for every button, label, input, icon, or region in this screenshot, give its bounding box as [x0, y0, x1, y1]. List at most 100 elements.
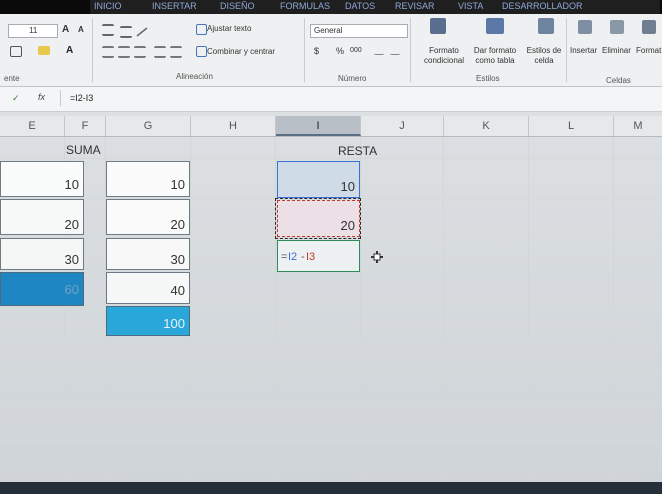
currency-button[interactable]: $: [314, 46, 319, 56]
tab-formulas[interactable]: FORMULAS: [280, 1, 330, 11]
format-table-icon: [486, 18, 504, 34]
ribbon-tabs-strip: INICIO INSERTAR DISEÑO FORMULAS DATOS RE…: [90, 0, 660, 14]
merge-center-button[interactable]: Combinar y centrar: [207, 47, 275, 56]
column-header-j[interactable]: J: [361, 116, 444, 136]
column-header-h[interactable]: H: [191, 116, 276, 136]
formula-equals: =: [281, 251, 288, 263]
tab-revisar[interactable]: REVISAR: [395, 1, 435, 11]
separator: [304, 18, 305, 82]
suma-e-cell[interactable]: 30: [0, 238, 84, 270]
fill-color-icon[interactable]: [38, 46, 50, 55]
align-top-icon[interactable]: [102, 24, 114, 36]
gridline: [0, 405, 662, 406]
delete-cells-icon: [610, 20, 624, 34]
suma-g-cell[interactable]: 10: [106, 161, 190, 197]
function-icon[interactable]: fx: [38, 92, 45, 102]
ribbon: 11 A A A ente Ajustar texto Combinar y c…: [0, 14, 662, 87]
percent-button[interactable]: %: [336, 46, 344, 56]
column-header-e[interactable]: E: [0, 116, 65, 136]
gridline: [0, 307, 662, 308]
format-table-button[interactable]: Dar formato como tabla: [470, 46, 520, 66]
resta-edit-cell[interactable]: = I2 - I3: [277, 240, 360, 272]
formula-ref-i2: I2: [288, 251, 298, 263]
tab-insertar[interactable]: INSERTAR: [152, 1, 197, 11]
borders-icon[interactable]: [10, 46, 22, 57]
grow-font-button[interactable]: A: [62, 24, 69, 35]
formula-bar: ✓ fx =I2-I3: [0, 87, 662, 112]
suma-e-total-cell[interactable]: 60: [0, 272, 84, 306]
formula-input[interactable]: =I2-I3: [70, 93, 93, 103]
separator: [92, 18, 93, 82]
orientation-icon[interactable]: [135, 24, 149, 37]
gridline: [0, 372, 662, 373]
decrease-indent-icon[interactable]: [154, 46, 166, 58]
tab-diseno[interactable]: DISEÑO: [220, 1, 255, 11]
increase-indent-icon[interactable]: [170, 46, 182, 58]
formula-ref-i3: I3: [306, 251, 316, 263]
column-header-f[interactable]: F: [65, 116, 106, 136]
suma-g-total-cell[interactable]: 100: [106, 306, 190, 336]
gridline: [528, 137, 529, 482]
align-middle-icon[interactable]: [120, 26, 132, 38]
screen: INICIO INSERTAR DISEÑO FORMULAS DATOS RE…: [0, 0, 662, 494]
format-cells-icon: [642, 20, 656, 34]
separator: [566, 18, 567, 82]
suma-e-cell[interactable]: 20: [0, 199, 84, 235]
cells-group-label: Celdas: [606, 76, 631, 85]
separator: [60, 90, 61, 106]
resta-cell[interactable]: 10: [277, 161, 360, 198]
resta-header: RESTA: [338, 144, 378, 158]
increase-decimal-icon[interactable]: [374, 46, 384, 55]
gridline: [190, 137, 191, 482]
suma-g-cell[interactable]: 20: [106, 199, 190, 235]
insert-cells-icon: [578, 20, 592, 34]
copy-marquee: [275, 198, 361, 239]
taskbar: [0, 482, 662, 494]
column-header-k[interactable]: K: [444, 116, 529, 136]
number-format-dropdown[interactable]: General: [310, 24, 408, 38]
gridline: [0, 272, 662, 273]
align-center-icon[interactable]: [118, 46, 130, 58]
formula-minus: -: [301, 251, 305, 263]
suma-g-cell[interactable]: 30: [106, 238, 190, 270]
suma-header: SUMA: [66, 143, 101, 157]
cell-cursor-icon: [371, 251, 383, 263]
decrease-decimal-icon[interactable]: [390, 46, 400, 55]
tab-desarrollador[interactable]: DESARROLLADOR: [502, 1, 583, 11]
column-header-i[interactable]: I: [276, 116, 361, 136]
shrink-font-button[interactable]: A: [78, 25, 84, 34]
styles-group-label: Estilos: [476, 74, 500, 83]
wrap-text-button[interactable]: Ajustar texto: [207, 24, 251, 33]
format-cells-button[interactable]: Format: [636, 46, 661, 55]
conditional-format-icon: [430, 18, 446, 34]
tab-vista[interactable]: VISTA: [458, 1, 483, 11]
column-header-l[interactable]: L: [529, 116, 614, 136]
delete-cells-button[interactable]: Eliminar: [602, 46, 631, 55]
column-header-m[interactable]: M: [614, 116, 662, 136]
gridline: [0, 339, 662, 340]
confirm-icon[interactable]: ✓: [12, 93, 20, 104]
suma-g-cell[interactable]: 40: [106, 272, 190, 304]
insert-cells-button[interactable]: Insertar: [570, 46, 597, 55]
separator: [410, 18, 411, 82]
column-header-g[interactable]: G: [106, 116, 191, 136]
font-group-label: ente: [4, 74, 20, 83]
gridline: [0, 158, 662, 159]
font-size-dropdown[interactable]: 11: [8, 24, 58, 38]
align-left-icon[interactable]: [102, 46, 114, 58]
column-headers: E F G H I J K L M: [0, 116, 662, 137]
cell-styles-icon: [538, 18, 554, 34]
conditional-format-button[interactable]: Formato condicional: [424, 46, 464, 66]
cell-styles-button[interactable]: Estilos de celda: [524, 46, 564, 66]
font-color-button[interactable]: A: [66, 45, 73, 56]
align-right-icon[interactable]: [134, 46, 146, 58]
font-size-value: 11: [29, 26, 38, 35]
gridline: [275, 137, 276, 482]
tab-inicio[interactable]: INICIO: [94, 1, 122, 11]
thousands-button[interactable]: 000: [350, 47, 362, 54]
tab-datos[interactable]: DATOS: [345, 1, 375, 11]
gridline: [443, 137, 444, 482]
gridline: [360, 137, 361, 482]
suma-e-cell[interactable]: 10: [0, 161, 84, 197]
gridline: [613, 137, 614, 482]
